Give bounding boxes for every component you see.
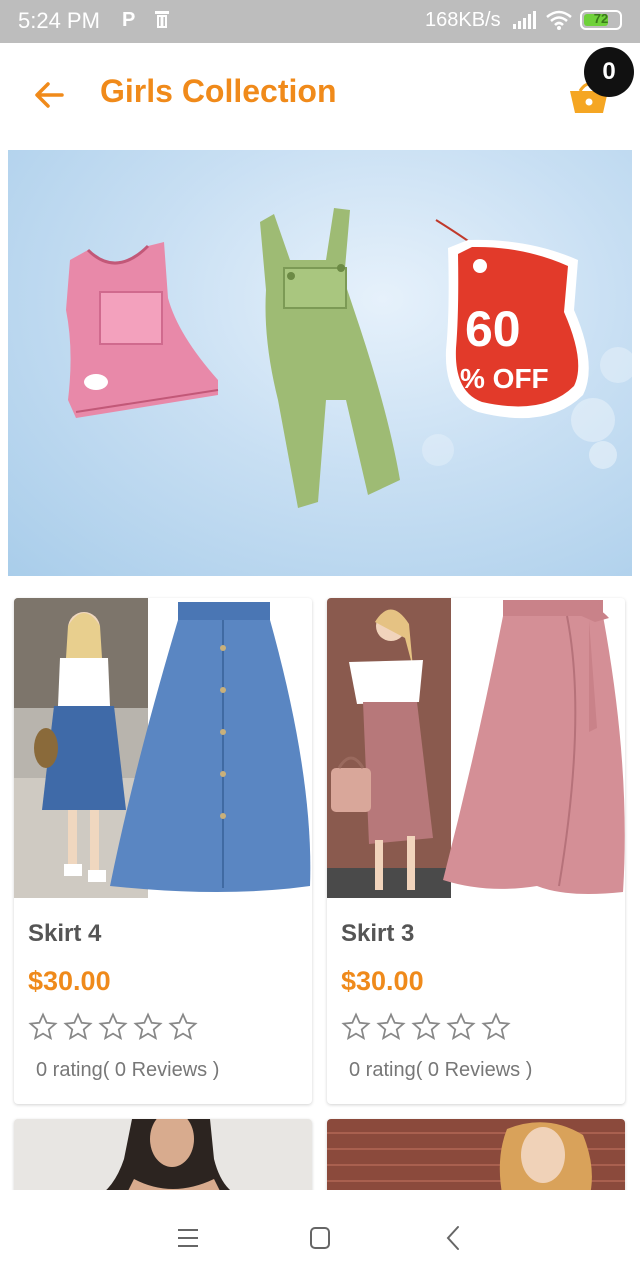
pink-tank-top-image [66, 242, 219, 418]
star-outline-icon[interactable] [98, 1012, 128, 1042]
system-nav-bar [0, 1190, 640, 1280]
product-card[interactable] [14, 1119, 312, 1199]
promo-banner[interactable]: 60 % OFF [8, 150, 632, 576]
rating-summary: 0 rating( 0 Reviews ) [349, 1059, 533, 1081]
wifi-icon [546, 10, 572, 30]
page-title: Girls Collection [100, 73, 337, 109]
rating-stars[interactable] [28, 1012, 198, 1042]
signal-icon [513, 11, 536, 29]
product-price: $30.00 [28, 966, 111, 996]
product-card[interactable]: Skirt 4 $30.00 0 rating( 0 Reviews ) [14, 598, 312, 1104]
battery-percent: 72 [593, 11, 609, 26]
star-outline-icon[interactable] [376, 1012, 406, 1042]
star-outline-icon[interactable] [446, 1012, 476, 1042]
trash-icon [155, 11, 169, 28]
product-name: Skirt 3 [341, 920, 415, 947]
star-outline-icon[interactable] [133, 1012, 163, 1042]
parking-icon: P [122, 9, 136, 31]
back-arrow-icon[interactable] [26, 73, 74, 117]
product-image [14, 598, 312, 898]
rating-summary: 0 rating( 0 Reviews ) [36, 1059, 220, 1081]
star-outline-icon[interactable] [63, 1012, 93, 1042]
app-bar: Girls Collection 0 [0, 43, 640, 143]
battery-indicator: 72 [580, 10, 622, 30]
back-chevron-icon[interactable] [434, 1220, 474, 1256]
star-outline-icon[interactable] [28, 1012, 58, 1042]
star-outline-icon[interactable] [481, 1012, 511, 1042]
product-name: Skirt 4 [28, 920, 102, 947]
star-outline-icon[interactable] [168, 1012, 198, 1042]
status-bar: 5:24 PM P 168KB/s 72 [0, 0, 640, 43]
star-outline-icon[interactable] [411, 1012, 441, 1042]
banner-artwork: 60 % OFF [66, 208, 632, 508]
home-square-icon[interactable] [300, 1220, 340, 1256]
product-card[interactable] [327, 1119, 625, 1199]
product-card[interactable]: Skirt 3 $30.00 0 rating( 0 Reviews ) [327, 598, 625, 1104]
network-speed: 168KB/s [425, 9, 501, 31]
discount-number: 60 [465, 301, 521, 357]
product-image [327, 1119, 625, 1199]
cart-count-badge[interactable]: 0 [584, 47, 634, 97]
product-image [14, 1119, 312, 1199]
discount-tag: 60 % OFF [435, 219, 589, 419]
product-price: $30.00 [341, 966, 424, 996]
discount-label: % OFF [460, 363, 549, 394]
green-overalls-image [260, 208, 400, 508]
status-time: 5:24 PM [18, 8, 100, 33]
star-outline-icon[interactable] [341, 1012, 371, 1042]
rating-stars[interactable] [341, 1012, 511, 1042]
menu-icon[interactable] [168, 1220, 208, 1256]
product-image [327, 598, 625, 898]
